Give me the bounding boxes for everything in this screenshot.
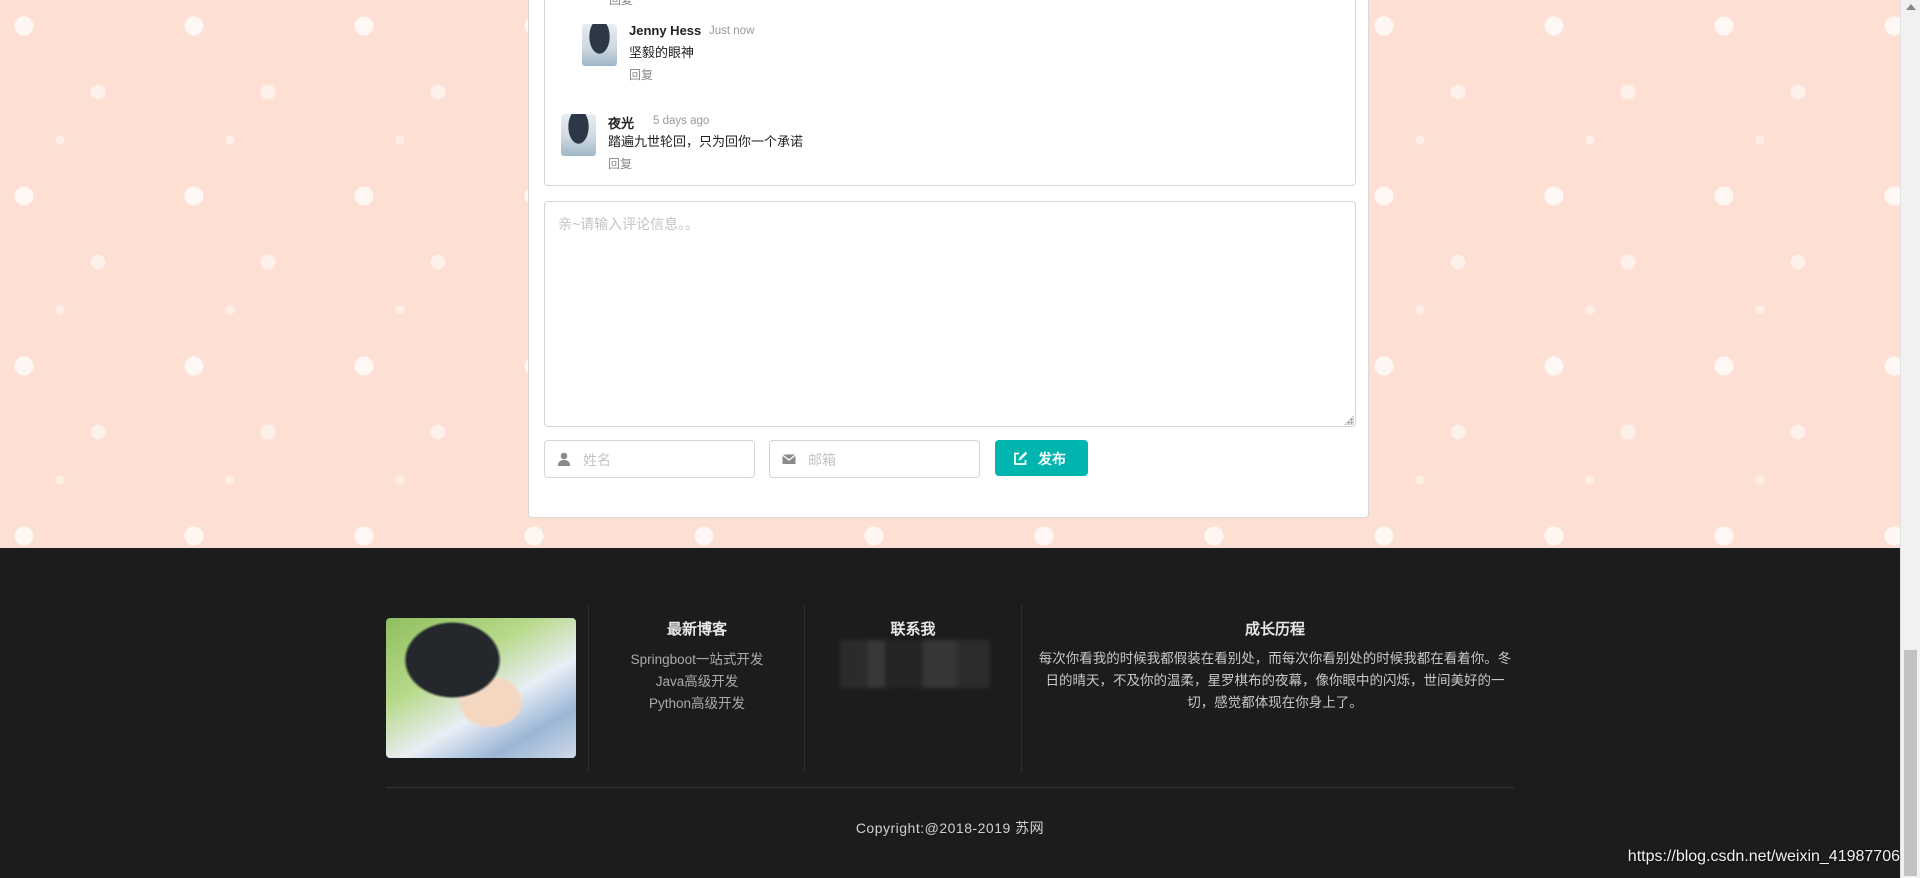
column-divider [804, 605, 805, 772]
profile-image [386, 618, 576, 758]
comment-author[interactable]: 夜光 [608, 113, 634, 132]
scroll-up-icon[interactable] [1906, 4, 1916, 10]
latest-blogs-heading: 最新博客 [666, 621, 727, 638]
footer-link[interactable]: Java高级开发 [597, 670, 797, 690]
envelope-icon [782, 454, 796, 464]
comment-textarea[interactable] [544, 201, 1356, 427]
publish-button[interactable]: 发布 [995, 440, 1088, 476]
footer-link[interactable]: Springboot一站式开发 [597, 648, 797, 668]
avatar [561, 114, 596, 156]
contact-qr-code [840, 640, 990, 688]
comment-author[interactable]: Jenny Hess [629, 23, 701, 38]
comment-text: 坚毅的眼神 [629, 45, 695, 60]
comment-section-card: 回复 Jenny Hess Just now 坚毅的眼神 回复 夜光 5 day… [528, 0, 1369, 518]
user-icon [557, 452, 571, 466]
scrollbar-thumb[interactable] [1904, 650, 1917, 876]
edit-icon [1014, 451, 1028, 465]
comment-time: Just now [709, 25, 755, 37]
publish-label: 发布 [1038, 451, 1066, 467]
column-divider [588, 605, 589, 772]
footer-divider [386, 787, 1514, 788]
footer: 最新博客 Springboot一站式开发 Java高级开发 Python高级开发… [0, 548, 1900, 878]
comment-text: 踏遍九世轮回，只为回你一个承诺 [608, 134, 804, 149]
comment-list: 回复 Jenny Hess Just now 坚毅的眼神 回复 夜光 5 day… [544, 0, 1356, 186]
page-scrollbar[interactable] [1900, 0, 1920, 878]
contact-heading: 联系我 [890, 621, 936, 638]
reply-link[interactable]: 回复 [609, 0, 633, 8]
avatar [582, 24, 617, 66]
reply-link[interactable]: 回复 [629, 66, 653, 83]
reply-link[interactable]: 回复 [608, 155, 632, 172]
footer-link[interactable]: Python高级开发 [597, 692, 797, 712]
growth-heading: 成长历程 [1244, 621, 1305, 638]
email-input[interactable] [806, 441, 975, 479]
copyright: Copyright:@2018-2019 苏网 [855, 820, 1045, 836]
name-field[interactable] [544, 440, 755, 479]
growth-description: 每次你看我的时候我都假装在看别处，而每次你看别处的时候我都在看着你。冬日的晴天，… [1038, 651, 1512, 710]
comment-time: 5 days ago [653, 115, 710, 127]
email-field[interactable] [769, 440, 980, 479]
name-input[interactable] [581, 441, 750, 479]
watermark: https://blog.csdn.net/weixin_41987706 [1627, 848, 1900, 865]
column-divider [1021, 605, 1022, 772]
